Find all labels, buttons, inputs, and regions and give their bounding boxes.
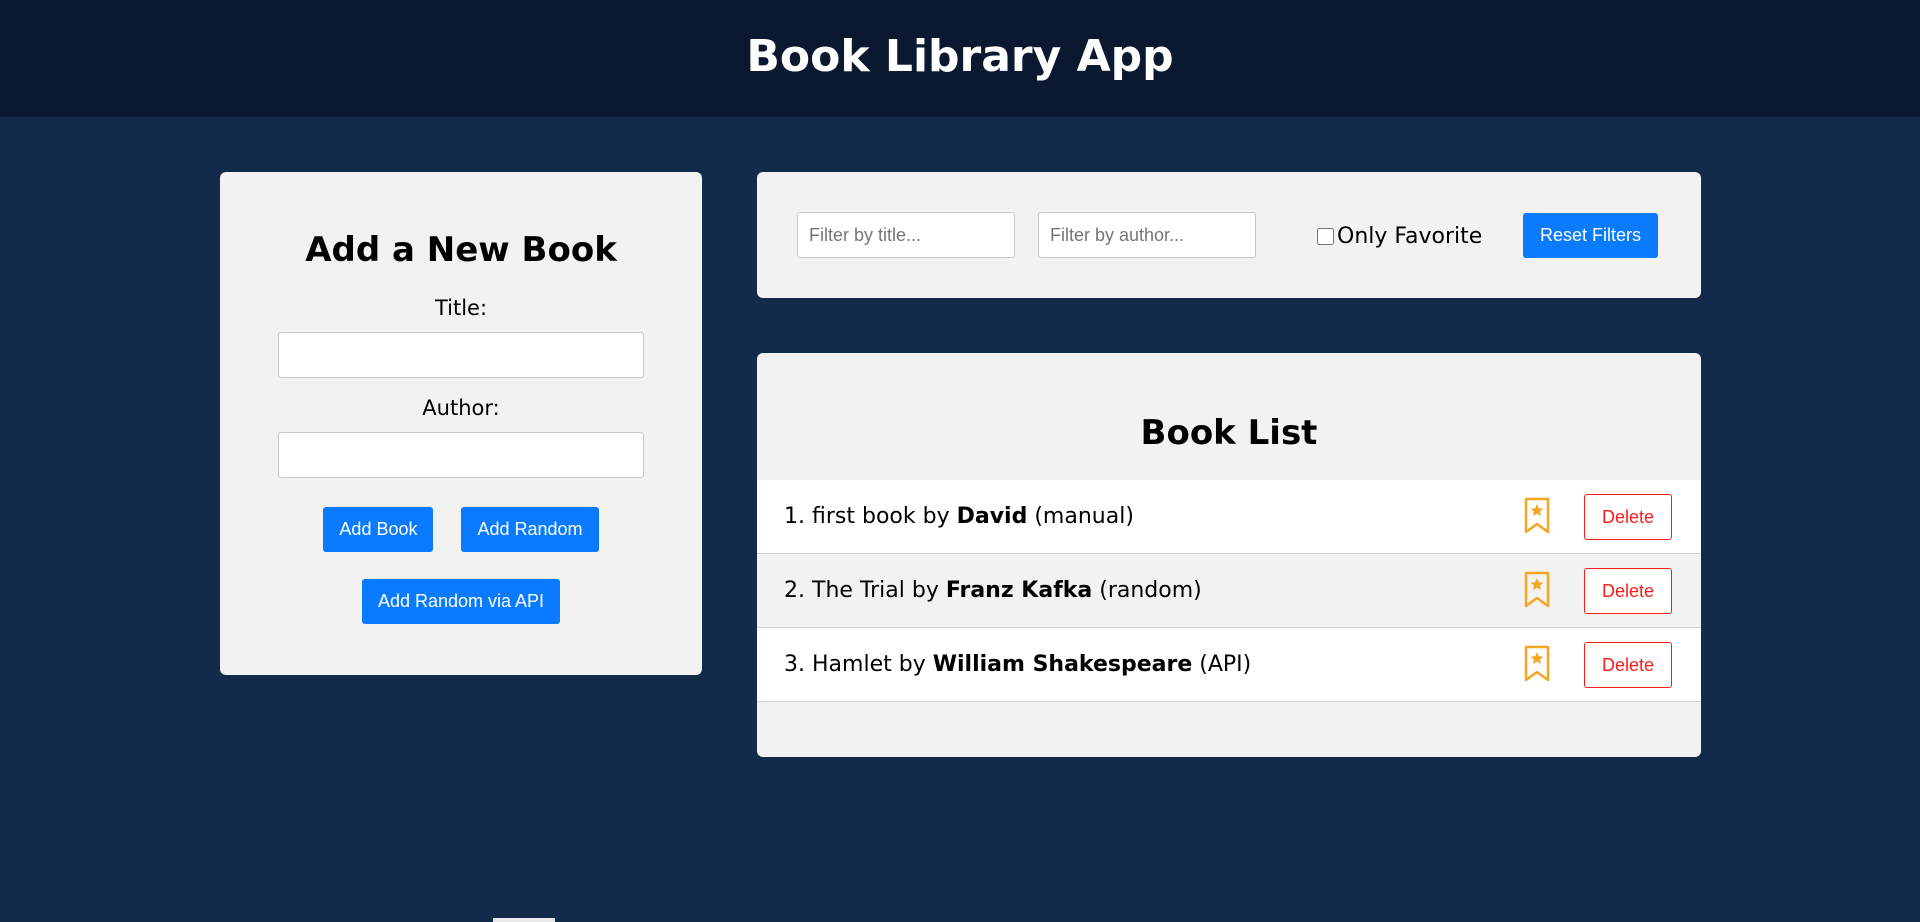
- delete-button[interactable]: Delete: [1584, 494, 1672, 540]
- bookmark-star-icon[interactable]: [1524, 497, 1550, 535]
- author-label: Author:: [422, 396, 500, 420]
- book-title: The Trial: [812, 578, 905, 603]
- book-list-item: 2. The Trial by Franz Kafka (random) Del…: [757, 554, 1701, 628]
- author-input[interactable]: [278, 432, 644, 478]
- book-by: by: [911, 578, 939, 603]
- book-title: first book: [812, 504, 916, 529]
- bookmark-star-icon[interactable]: [1524, 645, 1550, 683]
- reset-filters-button[interactable]: Reset Filters: [1523, 213, 1659, 258]
- filter-title-input[interactable]: [797, 212, 1015, 258]
- book-list: 1. first book by David (manual) Delete 2…: [757, 480, 1701, 702]
- filter-author-input[interactable]: [1038, 212, 1256, 258]
- book-list-panel: Book List 1. first book by David (manual…: [757, 353, 1701, 757]
- only-favorite-toggle[interactable]: Only Favorite: [1317, 224, 1482, 249]
- delete-button[interactable]: Delete: [1584, 568, 1672, 614]
- book-list-heading: Book List: [1140, 413, 1318, 453]
- app-header: Book Library App: [0, 0, 1920, 117]
- book-author: Franz Kafka: [945, 578, 1093, 603]
- only-favorite-checkbox[interactable]: [1317, 228, 1334, 245]
- delete-button[interactable]: Delete: [1584, 642, 1672, 688]
- add-random-api-button[interactable]: Add Random via API: [361, 579, 561, 624]
- book-source: (manual): [1034, 504, 1134, 529]
- bookmark-star-icon[interactable]: [1524, 571, 1550, 609]
- filter-panel: Only Favorite Reset Filters: [757, 172, 1701, 298]
- book-list-item: 3. Hamlet by William Shakespeare (API) D…: [757, 628, 1701, 702]
- book-list-item: 1. first book by David (manual) Delete: [757, 480, 1701, 554]
- add-book-heading: Add a New Book: [305, 230, 617, 270]
- add-book-button[interactable]: Add Book: [323, 507, 434, 552]
- title-label: Title:: [434, 296, 488, 320]
- add-book-panel: Add a New Book Title: Author: Add Book A…: [220, 172, 702, 675]
- book-source: (API): [1199, 652, 1252, 677]
- book-index: 3.: [784, 652, 805, 677]
- add-random-button[interactable]: Add Random: [461, 507, 599, 552]
- book-text: 1. first book by David (manual): [784, 504, 1701, 529]
- app-title: Book Library App: [746, 31, 1174, 82]
- book-title: Hamlet: [812, 652, 892, 677]
- page-bottom-mark: [493, 918, 555, 922]
- book-text: 3. Hamlet by William Shakespeare (API): [784, 652, 1701, 677]
- book-by: by: [922, 504, 950, 529]
- book-index: 1.: [784, 504, 805, 529]
- book-author: William Shakespeare: [932, 652, 1193, 677]
- book-by: by: [898, 652, 926, 677]
- only-favorite-label: Only Favorite: [1337, 224, 1483, 249]
- add-buttons-row: Add Book Add Random: [220, 507, 702, 552]
- book-source: (random): [1099, 578, 1202, 603]
- book-author: David: [956, 504, 1028, 529]
- title-input[interactable]: [278, 332, 644, 378]
- book-text: 2. The Trial by Franz Kafka (random): [784, 578, 1701, 603]
- book-index: 2.: [784, 578, 805, 603]
